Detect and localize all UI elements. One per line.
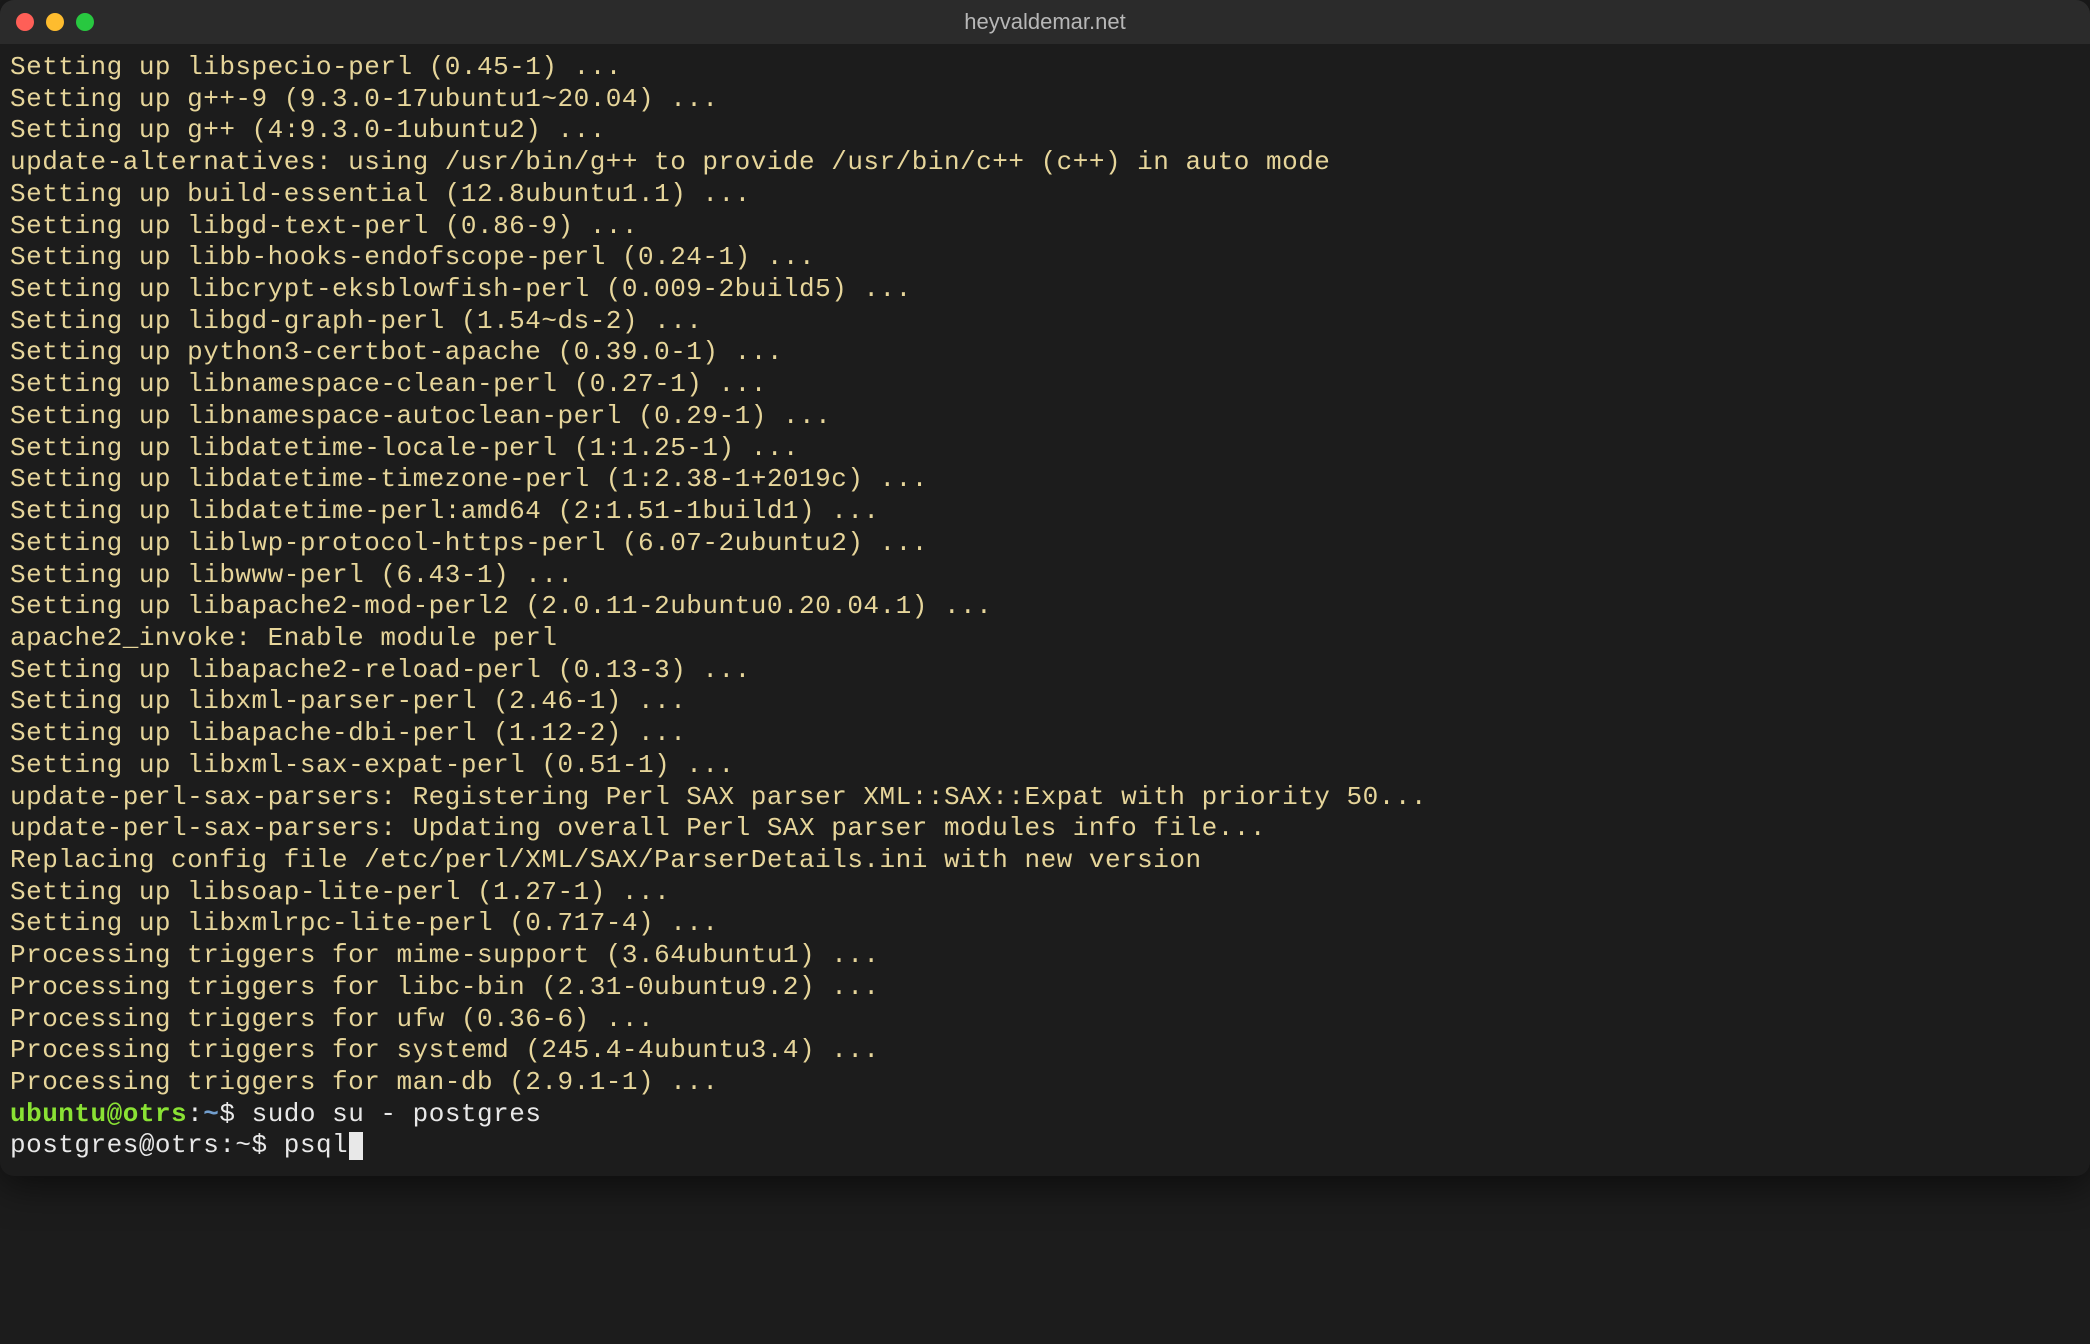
title-bar: heyvaldemar.net	[0, 0, 2090, 44]
prompt-host: otrs	[123, 1099, 187, 1129]
output-line: Processing triggers for ufw (0.36-6) ...	[10, 1004, 2080, 1036]
output-line: Setting up libdatetime-timezone-perl (1:…	[10, 464, 2080, 496]
prompt-at: @	[107, 1099, 123, 1129]
output-line: Setting up libgd-graph-perl (1.54~ds-2) …	[10, 306, 2080, 338]
prompt-line-2: postgres@otrs:~$ psql	[10, 1130, 2080, 1162]
output-line: Setting up libnamespace-clean-perl (0.27…	[10, 369, 2080, 401]
terminal-output: Setting up libspecio-perl (0.45-1) ...Se…	[10, 52, 2080, 1099]
traffic-lights	[16, 13, 94, 31]
output-line: apache2_invoke: Enable module perl	[10, 623, 2080, 655]
output-line: Processing triggers for libc-bin (2.31-0…	[10, 972, 2080, 1004]
output-line: update-alternatives: using /usr/bin/g++ …	[10, 147, 2080, 179]
output-line: Setting up libwww-perl (6.43-1) ...	[10, 560, 2080, 592]
output-line: Setting up libsoap-lite-perl (1.27-1) ..…	[10, 877, 2080, 909]
terminal-body[interactable]: Setting up libspecio-perl (0.45-1) ...Se…	[0, 44, 2090, 1176]
output-line: update-perl-sax-parsers: Updating overal…	[10, 813, 2080, 845]
output-line: Setting up libgd-text-perl (0.86-9) ...	[10, 211, 2080, 243]
output-line: Setting up libxml-sax-expat-perl (0.51-1…	[10, 750, 2080, 782]
terminal-window: heyvaldemar.net Setting up libspecio-per…	[0, 0, 2090, 1176]
command-text: psql	[284, 1130, 348, 1160]
output-line: Setting up build-essential (12.8ubuntu1.…	[10, 179, 2080, 211]
command-text: sudo su - postgres	[252, 1099, 542, 1129]
minimize-icon[interactable]	[46, 13, 64, 31]
output-line: Setting up libapache2-reload-perl (0.13-…	[10, 655, 2080, 687]
output-line: Setting up python3-certbot-apache (0.39.…	[10, 337, 2080, 369]
output-line: Setting up libdatetime-locale-perl (1:1.…	[10, 433, 2080, 465]
output-line: Setting up libapache-dbi-perl (1.12-2) .…	[10, 718, 2080, 750]
prompt-symbol: $	[219, 1099, 251, 1129]
output-line: Processing triggers for systemd (245.4-4…	[10, 1035, 2080, 1067]
window-title: heyvaldemar.net	[964, 9, 1125, 35]
output-line: Setting up libcrypt-eksblowfish-perl (0.…	[10, 274, 2080, 306]
output-line: Setting up libb-hooks-endofscope-perl (0…	[10, 242, 2080, 274]
prompt-colon: :	[187, 1099, 203, 1129]
output-line: Setting up liblwp-protocol-https-perl (6…	[10, 528, 2080, 560]
output-line: Setting up g++-9 (9.3.0-17ubuntu1~20.04)…	[10, 84, 2080, 116]
output-line: Setting up g++ (4:9.3.0-1ubuntu2) ...	[10, 115, 2080, 147]
prompt-line-1: ubuntu@otrs:~$ sudo su - postgres	[10, 1099, 2080, 1131]
prompt-path: ~	[203, 1099, 219, 1129]
output-line: Setting up libxml-parser-perl (2.46-1) .…	[10, 686, 2080, 718]
close-icon[interactable]	[16, 13, 34, 31]
output-line: Setting up libapache2-mod-perl2 (2.0.11-…	[10, 591, 2080, 623]
output-line: Processing triggers for man-db (2.9.1-1)…	[10, 1067, 2080, 1099]
output-line: Replacing config file /etc/perl/XML/SAX/…	[10, 845, 2080, 877]
output-line: Setting up libspecio-perl (0.45-1) ...	[10, 52, 2080, 84]
output-line: Setting up libnamespace-autoclean-perl (…	[10, 401, 2080, 433]
maximize-icon[interactable]	[76, 13, 94, 31]
cursor-icon	[349, 1132, 363, 1160]
prompt-plain: postgres@otrs:~$	[10, 1130, 284, 1160]
output-line: Setting up libdatetime-perl:amd64 (2:1.5…	[10, 496, 2080, 528]
output-line: update-perl-sax-parsers: Registering Per…	[10, 782, 2080, 814]
output-line: Processing triggers for mime-support (3.…	[10, 940, 2080, 972]
prompt-user: ubuntu	[10, 1099, 107, 1129]
output-line: Setting up libxmlrpc-lite-perl (0.717-4)…	[10, 908, 2080, 940]
